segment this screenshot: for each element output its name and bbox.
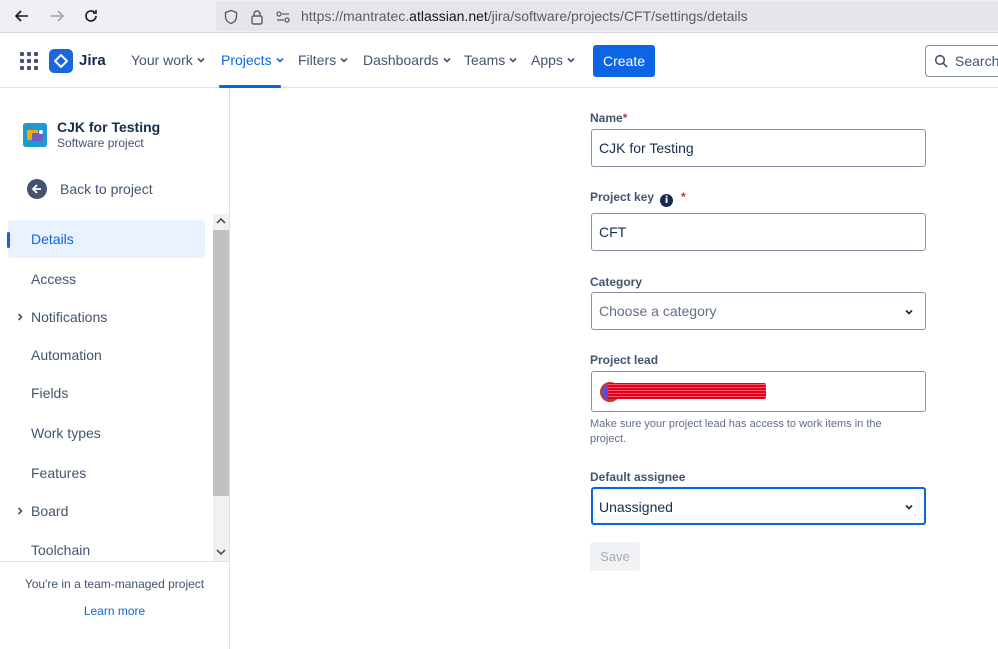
back-arrow-icon[interactable] (27, 179, 47, 199)
sidebar-item-work-types[interactable]: Work types (8, 414, 205, 452)
category-placeholder: Choose a category (599, 303, 717, 319)
back-to-project-link[interactable]: Back to project (60, 181, 153, 197)
nav-label: Your work (131, 52, 193, 68)
project-avatar (23, 123, 47, 147)
project-lead-picker[interactable] (591, 371, 926, 412)
sidebar-item-automation[interactable]: Automation (8, 336, 205, 374)
back-arrow-icon[interactable] (10, 4, 34, 28)
project-key-value: CFT (599, 224, 627, 240)
label-text: Project key (590, 190, 655, 204)
project-lead-helper: Make sure your project lead has access t… (590, 418, 882, 445)
required-mark: * (681, 190, 686, 204)
sidebar-item-features[interactable]: Features (8, 454, 205, 492)
app-switcher-icon[interactable] (19, 51, 39, 71)
name-field[interactable]: CJK for Testing (591, 129, 926, 167)
save-button[interactable]: Save (590, 542, 640, 571)
sidebar-item-access[interactable]: Access (8, 260, 205, 298)
nav-label: Projects (221, 52, 272, 68)
project-name: CJK for Testing (57, 119, 161, 135)
project-key-field[interactable]: CFT (591, 213, 926, 251)
shield-icon[interactable] (222, 8, 240, 26)
url-path: /jira/software/projects/CFT/settings/det… (487, 8, 748, 24)
url-prefix: https://mantratec. (301, 8, 410, 24)
chevron-down-icon (197, 57, 205, 63)
nav-teams[interactable]: Teams (464, 52, 518, 68)
info-icon[interactable]: i (660, 194, 674, 207)
project-sidebar: CJK for Testing Software project Back to… (0, 88, 230, 649)
required-mark: * (622, 111, 628, 125)
label-text: Name (590, 111, 623, 125)
search-icon (934, 54, 948, 68)
nav-filters[interactable]: Filters (298, 52, 349, 68)
nav-your-work[interactable]: Your work (131, 52, 206, 68)
nav-label: Teams (464, 52, 506, 68)
sidebar-item-details[interactable]: Details (8, 220, 205, 258)
project-lead-label: Project lead (590, 353, 659, 367)
redacted-user-name (608, 383, 766, 399)
chevron-down-icon (905, 309, 913, 315)
nav-label: Dashboards (363, 52, 439, 68)
search-input[interactable]: Search (925, 45, 998, 77)
name-label: Name* (590, 111, 627, 125)
reload-icon[interactable] (79, 4, 103, 28)
team-managed-note: You're in a team-managed project (24, 577, 205, 591)
chevron-down-icon (905, 504, 913, 510)
browser-toolbar: https://mantratec.atlassian.net/jira/sof… (0, 0, 998, 33)
sidebar-item-notifications[interactable]: Notifications (8, 298, 205, 336)
default-assignee-select[interactable]: Unassigned (591, 487, 926, 525)
chevron-down-icon (276, 57, 284, 63)
chevron-down-icon (340, 57, 348, 63)
permissions-icon[interactable] (274, 8, 292, 26)
create-button[interactable]: Create (593, 45, 655, 77)
category-select[interactable]: Choose a category (591, 292, 926, 330)
sidebar-divider (0, 561, 229, 562)
scroll-down-icon[interactable] (213, 545, 229, 559)
nav-dashboards[interactable]: Dashboards (363, 52, 452, 68)
lock-icon[interactable] (248, 8, 266, 26)
chevron-right-icon[interactable] (15, 312, 25, 322)
forward-arrow-icon[interactable] (45, 4, 69, 28)
default-assignee-label: Default assignee (590, 470, 686, 484)
selected-indicator (7, 232, 10, 248)
assignee-value: Unassigned (599, 499, 673, 515)
product-name[interactable]: Jira (79, 52, 106, 69)
search-placeholder: Search (955, 53, 998, 69)
scrollbar-thumb[interactable] (213, 230, 229, 496)
sidebar-item-toolchain[interactable]: Toolchain (8, 531, 205, 561)
nav-label: Apps (531, 52, 563, 68)
project-type: Software project (57, 136, 144, 150)
nav-projects[interactable]: Projects (221, 52, 285, 68)
sidebar-item-fields[interactable]: Fields (8, 374, 205, 412)
chevron-down-icon (442, 57, 451, 63)
chevron-down-icon (567, 57, 575, 63)
project-key-label: Project key i * (590, 190, 686, 207)
category-label: Category (590, 275, 643, 289)
jira-logo-icon[interactable] (49, 49, 73, 73)
nav-apps[interactable]: Apps (531, 52, 576, 68)
chevron-right-icon[interactable] (15, 506, 25, 516)
top-navigation: Jira Your work Projects Filters Dashboar… (0, 34, 998, 88)
chevron-down-icon (509, 57, 517, 63)
name-value: CJK for Testing (599, 140, 694, 156)
nav-label: Filters (298, 52, 337, 68)
url-domain: atlassian.net (409, 8, 488, 24)
learn-more-link[interactable]: Learn more (0, 604, 229, 618)
sidebar-item-board[interactable]: Board (8, 492, 205, 530)
scroll-up-icon[interactable] (213, 214, 229, 228)
url-text[interactable]: https://mantratec.atlassian.net/jira/sof… (301, 8, 748, 24)
